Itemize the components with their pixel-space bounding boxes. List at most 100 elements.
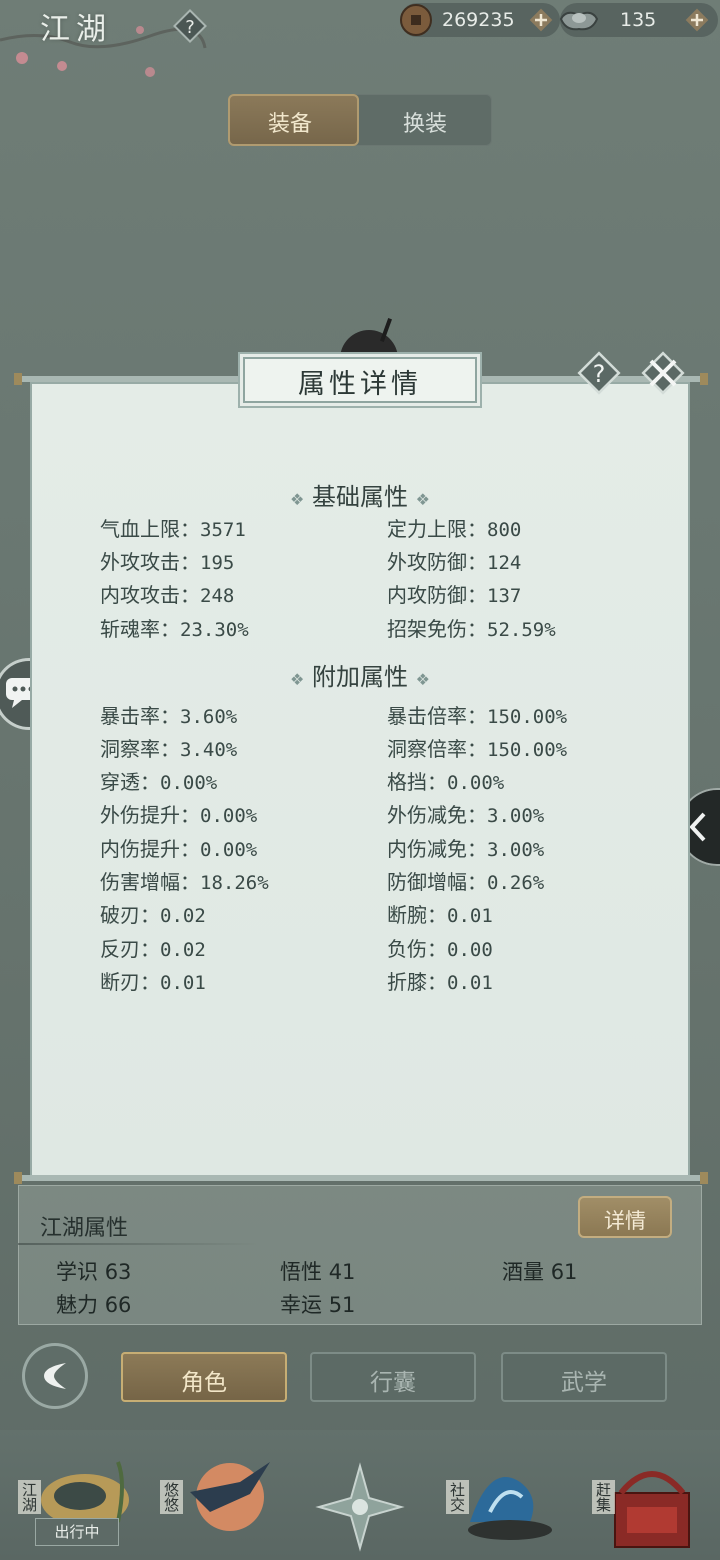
attr-row: 反刃：0.02: [100, 933, 206, 962]
silver-ingot-icon: [559, 11, 599, 31]
back-button[interactable]: [22, 1343, 88, 1409]
jianghu-attributes-title: 江湖属性: [40, 1216, 129, 1241]
svg-text:?: ?: [185, 17, 195, 38]
add-silver-icon[interactable]: [684, 7, 710, 33]
attr-row: 外伤提升：0.00%: [100, 799, 257, 828]
attr-value: 3.40%: [180, 739, 238, 761]
attr-value: 0.02: [160, 905, 206, 927]
attr-row: 外伤减免：3.00%: [387, 799, 544, 828]
extra-attributes-heading: ❖ 附加属性 ❖: [30, 657, 690, 692]
stat-value: 41: [328, 1260, 356, 1284]
attr-value: 0.02: [160, 939, 206, 961]
attr-label: 断刃：: [100, 970, 160, 994]
attr-row: 断刃：0.01: [100, 966, 206, 995]
attr-label: 气血上限：: [100, 517, 200, 541]
tab-bag-label[interactable]: 行囊: [310, 1363, 476, 1397]
coin-value: 269235: [442, 9, 515, 31]
attr-value: 3.00%: [487, 839, 545, 861]
attr-row: 内攻攻击：248: [100, 579, 234, 608]
close-icon[interactable]: [638, 350, 688, 396]
attr-value: 0.01: [447, 972, 493, 994]
attr-label: 格挡：: [387, 770, 447, 794]
modal-bottom-rail: [14, 1172, 708, 1184]
attr-value: 0.00%: [200, 805, 258, 827]
wave-social-icon: [468, 1477, 552, 1540]
attr-label: 内攻防御：: [387, 583, 487, 607]
copper-coin-icon: [400, 4, 432, 36]
attr-row: 外攻防御：124: [387, 546, 521, 575]
attr-label: 外伤减免：: [387, 803, 487, 827]
tab-outfit[interactable]: 换装: [403, 106, 447, 138]
attr-value: 800: [487, 519, 522, 541]
market-nav-label: 赶集: [592, 1480, 615, 1514]
attr-row: 断腕：0.01: [387, 899, 493, 928]
jianghu-nav-label: 江湖: [18, 1480, 41, 1514]
attr-row: 洞察率：3.40%: [100, 733, 237, 762]
attr-label: 洞察倍率：: [387, 737, 487, 761]
attr-label: 伤害增幅：: [100, 870, 200, 894]
attr-value: 0.00%: [160, 772, 218, 794]
stat-label: 学识: [56, 1260, 98, 1284]
stat-value: 61: [550, 1260, 578, 1284]
diamond-ornament-icon: ❖: [415, 490, 430, 509]
top-bar: 江湖 ? 269235 135: [0, 0, 720, 77]
attr-value: 18.26%: [200, 872, 269, 894]
tab-martial-label[interactable]: 武学: [501, 1363, 667, 1397]
attr-value: 0.00: [447, 939, 493, 961]
attr-label: 负伤：: [387, 937, 447, 961]
attr-label: 外攻攻击：: [100, 550, 200, 574]
details-button-label[interactable]: 详情: [578, 1205, 672, 1235]
leisure-nav-label: 悠悠: [160, 1480, 183, 1514]
attr-label: 内伤提升：: [100, 837, 200, 861]
jianghu-stat: 酒量 61: [502, 1256, 577, 1286]
modal-help-icon[interactable]: ?: [576, 350, 622, 396]
diamond-ornament-icon: ❖: [290, 490, 305, 509]
back-arrow-icon: [44, 1363, 66, 1389]
attr-value: 150.00%: [487, 706, 568, 728]
extra-section-label: 附加属性: [312, 663, 408, 691]
stat-label: 酒量: [502, 1260, 544, 1284]
stat-value: 51: [328, 1293, 356, 1317]
attr-row: 穿透：0.00%: [100, 766, 217, 795]
attr-row: 内攻防御：137: [387, 579, 521, 608]
travel-status-badge: 出行中: [35, 1518, 119, 1546]
attr-row: 防御增幅：0.26%: [387, 866, 544, 895]
base-section-label: 基础属性: [312, 483, 408, 511]
attr-value: 0.01: [160, 972, 206, 994]
attr-row: 内伤减免：3.00%: [387, 833, 544, 862]
stat-label: 幸运: [280, 1293, 322, 1317]
add-coin-icon[interactable]: [528, 7, 554, 33]
help-icon[interactable]: ?: [172, 8, 208, 44]
tab-equip-label[interactable]: 装备: [268, 106, 312, 138]
attr-row: 折膝：0.01: [387, 966, 493, 995]
attr-row: 内伤提升：0.00%: [100, 833, 257, 862]
svg-text:?: ?: [593, 360, 606, 388]
silver-value: 135: [620, 9, 657, 31]
attr-label: 断腕：: [387, 903, 447, 927]
attr-value: 248: [200, 585, 235, 607]
attr-label: 反刃：: [100, 937, 160, 961]
attr-row: 暴击率：3.60%: [100, 700, 237, 729]
silver-counter: 135: [559, 3, 718, 37]
diamond-ornament-icon: ❖: [290, 670, 305, 689]
jianghu-stat: 悟性 41: [280, 1256, 355, 1286]
attr-value: 3571: [200, 519, 246, 541]
coin-counter: 269235: [400, 3, 560, 37]
tab-role-label[interactable]: 角色: [121, 1363, 287, 1397]
modal-title: 属性详情: [298, 369, 422, 400]
attr-label: 穿透：: [100, 770, 160, 794]
attr-row: 气血上限：3571: [100, 513, 246, 542]
attr-row: 破刃：0.02: [100, 899, 206, 928]
attr-row: 定力上限：800: [387, 513, 521, 542]
attr-row: 伤害增幅：18.26%: [100, 866, 269, 895]
attr-label: 折膝：: [387, 970, 447, 994]
attr-row: 暴击倍率：150.00%: [387, 700, 567, 729]
attr-value: 124: [487, 552, 522, 574]
jianghu-stat: 魅力 66: [56, 1289, 131, 1319]
attr-label: 外攻防御：: [387, 550, 487, 574]
attr-row: 格挡：0.00%: [387, 766, 504, 795]
attr-label: 内伤减免：: [387, 837, 487, 861]
attr-value: 0.26%: [487, 872, 545, 894]
attr-label: 防御增幅：: [387, 870, 487, 894]
attr-row: 斩魂率：23.30%: [100, 613, 249, 642]
